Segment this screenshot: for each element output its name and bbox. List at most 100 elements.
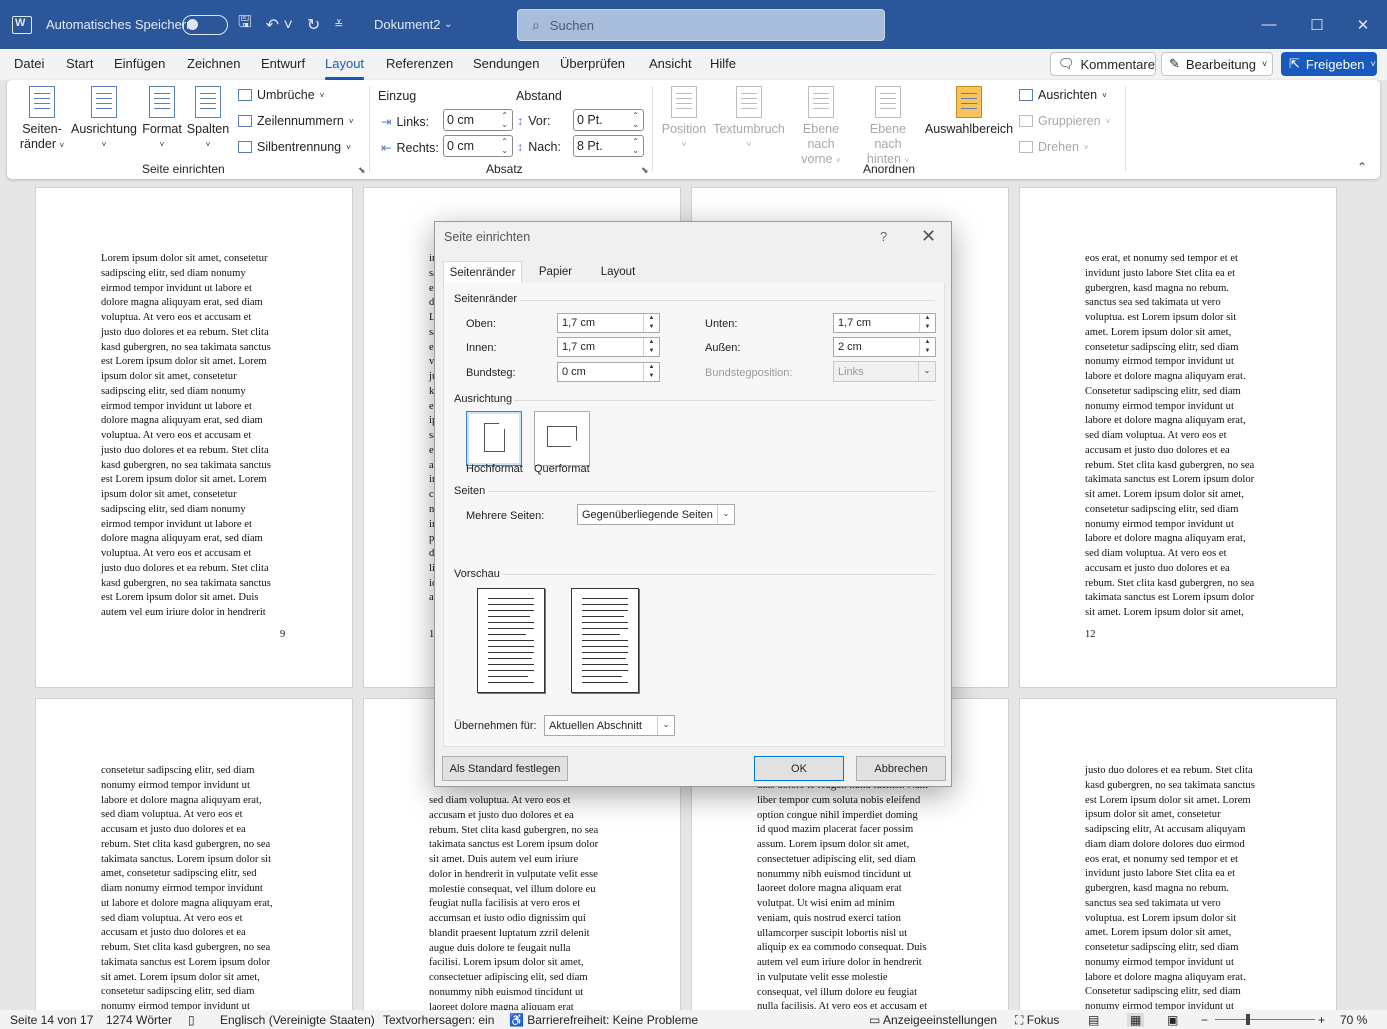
zoom-out-icon[interactable]: − <box>1201 1013 1208 1027</box>
portrait-button[interactable] <box>466 411 522 466</box>
orientation-button[interactable]: Ausrichtung ˅ <box>71 86 137 152</box>
customize-qat-icon[interactable]: ≚ <box>334 18 343 31</box>
tab-layout[interactable]: Layout <box>593 261 643 284</box>
close-icon[interactable]: ✕ <box>921 226 936 247</box>
group-objects-button[interactable]: Gruppieren ˅ <box>1019 114 1110 128</box>
spinner-arrows-icon[interactable]: ▲ ▼ <box>919 314 935 332</box>
gutter-position-select[interactable]: Links ⌄ <box>833 361 936 382</box>
margins-button[interactable]: Seiten- ränder ˅ <box>17 86 67 153</box>
help-icon[interactable]: ? <box>880 229 887 244</box>
comments-button[interactable]: 🗨 Kommentare <box>1050 52 1156 76</box>
send-backward-button[interactable]: Ebene nach hinten ˅ <box>856 86 920 168</box>
tab-ueberpruefen[interactable]: Überprüfen <box>560 56 625 71</box>
language-indicator[interactable]: Englisch (Vereinigte Staaten) <box>220 1013 375 1027</box>
web-layout-icon[interactable]: ▣ <box>1167 1013 1178 1027</box>
tab-layout[interactable]: Layout <box>325 56 365 80</box>
spinner-arrows-icon[interactable]: ⌃ ⌄ <box>632 111 639 129</box>
spinner-arrows-icon[interactable]: ⌃ ⌄ <box>632 137 639 155</box>
bottom-margin-input[interactable]: 1,7 cm ▲ ▼ <box>833 313 936 333</box>
page-text[interactable]: consetetur sadipscing elitr, sed diam no… <box>101 764 273 1010</box>
spinner-arrows-icon[interactable]: ⌃ ⌄ <box>501 137 508 155</box>
autosave-toggle[interactable] <box>182 0 228 49</box>
tab-margins[interactable]: Seitenränder <box>443 261 522 284</box>
spinner-arrows-icon[interactable]: ▲ ▼ <box>643 314 659 332</box>
outer-margin-input[interactable]: 2 cm ▲ ▼ <box>833 337 936 357</box>
zoom-slider-track[interactable] <box>1215 1019 1315 1020</box>
undo-icon[interactable]: ↶ ˅ <box>266 15 293 35</box>
redo-icon[interactable]: ↻ <box>307 15 320 35</box>
document-name[interactable]: Dokument2 ⌄ <box>374 0 453 49</box>
save-icon[interactable]: 🖫 <box>238 11 252 38</box>
focus-button[interactable]: ⛶ Fokus <box>1015 1013 1059 1028</box>
hyphenation-button[interactable]: Silbentrennung ˅ <box>238 140 351 154</box>
accessibility-indicator[interactable]: ♿ Barrierefreiheit: Keine Probleme <box>509 1013 698 1027</box>
document-page[interactable]: Lorem ipsum dolor sit amet, consetetur s… <box>36 188 352 687</box>
document-page[interactable]: eos erat, et nonumy sed tempor et et inv… <box>1020 188 1336 687</box>
landscape-button[interactable] <box>534 411 590 466</box>
page-text[interactable]: Lorem ipsum dolor sit amet, consetetur s… <box>101 252 271 621</box>
spacing-before-input[interactable]: 0 Pt. ⌃ ⌄ <box>573 109 644 131</box>
apply-to-select[interactable]: Aktuellen Abschnitt ⌄ <box>544 715 675 736</box>
rotate-button[interactable]: Drehen ˅ <box>1019 140 1089 154</box>
page-text[interactable]: duis dolore te feugait nulla facilisi. N… <box>757 779 928 1010</box>
zoom-in-icon[interactable]: + <box>1318 1013 1325 1027</box>
breaks-button[interactable]: Umbrüche ˅ <box>238 88 324 102</box>
document-page[interactable]: consetetur sadipscing elitr, sed diam no… <box>36 699 352 1010</box>
align-button[interactable]: Ausrichten ˅ <box>1019 88 1107 102</box>
document-page[interactable]: justo duo dolores et ea rebum. Stet clit… <box>1020 699 1336 1010</box>
spinner-arrows-icon[interactable]: ▲ ▼ <box>919 338 935 356</box>
tab-start[interactable]: Start <box>66 56 93 71</box>
line-numbers-button[interactable]: Zeilennummern ˅ <box>238 114 354 128</box>
page-text[interactable]: sed diam voluptua. At vero eos et accusa… <box>429 794 598 1010</box>
display-settings-button[interactable]: ▭ Anzeigeeinstellungen <box>869 1013 997 1027</box>
cancel-button[interactable]: Abbrechen <box>856 756 946 781</box>
spinner-arrows-icon[interactable]: ▲ ▼ <box>643 363 659 381</box>
tab-referenzen[interactable]: Referenzen <box>386 56 453 71</box>
zoom-level[interactable]: 70 % <box>1340 1013 1367 1027</box>
maximize-icon[interactable]: ☐ <box>1293 0 1341 49</box>
collapse-ribbon-icon[interactable]: ⌃ <box>1357 160 1367 174</box>
tab-entwurf[interactable]: Entwurf <box>261 56 305 71</box>
tab-einfuegen[interactable]: Einfügen <box>114 56 165 71</box>
page-text[interactable]: eos erat, et nonumy sed tempor et et inv… <box>1085 252 1254 621</box>
position-button[interactable]: Position ˅ <box>659 86 709 152</box>
editing-mode-button[interactable]: ✎ Bearbeitung ˅ <box>1161 52 1273 76</box>
page-indicator[interactable]: Seite 14 von 17 <box>10 1013 93 1027</box>
spinner-arrows-icon[interactable]: ⌃ ⌄ <box>501 111 508 129</box>
spinner-arrows-icon[interactable]: ▲ ▼ <box>643 338 659 356</box>
text-predictions-indicator[interactable]: Textvorhersagen: ein <box>383 1013 494 1027</box>
dialog-launcher-icon[interactable]: ⬊ <box>358 165 366 176</box>
wrap-text-button[interactable]: Textumbruch ˅ <box>711 86 787 152</box>
tab-paper[interactable]: Papier <box>528 261 583 284</box>
columns-button[interactable]: Spalten ˅ <box>185 86 231 152</box>
page-text[interactable]: justo duo dolores et ea rebum. Stet clit… <box>1085 764 1255 1010</box>
size-button[interactable]: Format ˅ <box>141 86 183 152</box>
share-button[interactable]: ⇱ Freigeben ˅ <box>1281 52 1377 76</box>
bring-forward-button[interactable]: Ebene nach vorne ˅ <box>789 86 853 168</box>
selection-pane-button[interactable]: Auswahlbereich <box>924 86 1014 137</box>
inner-margin-input[interactable]: 1,7 cm ▲ ▼ <box>557 337 660 357</box>
gutter-input[interactable]: 0 cm ▲ ▼ <box>557 362 660 382</box>
tab-datei[interactable]: Datei <box>14 56 44 71</box>
indent-right-input[interactable]: 0 cm ⌃ ⌄ <box>443 135 513 157</box>
tab-ansicht[interactable]: Ansicht <box>649 56 692 71</box>
tab-sendungen[interactable]: Sendungen <box>473 56 540 71</box>
tab-zeichnen[interactable]: Zeichnen <box>187 56 240 71</box>
spacing-after-input[interactable]: 8 Pt. ⌃ ⌄ <box>573 135 644 157</box>
print-layout-icon[interactable]: ▦ <box>1127 1013 1145 1027</box>
proofing-icon[interactable]: ▯ <box>188 1013 195 1027</box>
search-box[interactable]: ⌕ Suchen <box>517 9 885 41</box>
indent-left-input[interactable]: 0 cm ⌃ ⌄ <box>443 109 513 131</box>
zoom-slider-thumb[interactable] <box>1246 1014 1251 1025</box>
word-count[interactable]: 1274 Wörter <box>106 1013 172 1027</box>
tab-hilfe[interactable]: Hilfe <box>710 56 736 71</box>
dialog-launcher-icon[interactable]: ⬊ <box>641 165 649 176</box>
set-as-default-button[interactable]: Als Standard festlegen <box>442 756 568 781</box>
multiple-pages-select[interactable]: Gegenüberliegende Seiten ⌄ <box>577 504 735 525</box>
top-margin-input[interactable]: 1,7 cm ▲ ▼ <box>557 313 660 333</box>
ok-button[interactable]: OK <box>754 756 844 781</box>
read-mode-icon[interactable]: ▤ <box>1088 1013 1099 1027</box>
search-placeholder: Suchen <box>549 17 594 33</box>
close-icon[interactable]: ✕ <box>1339 0 1387 49</box>
minimize-icon[interactable]: — <box>1245 0 1293 49</box>
